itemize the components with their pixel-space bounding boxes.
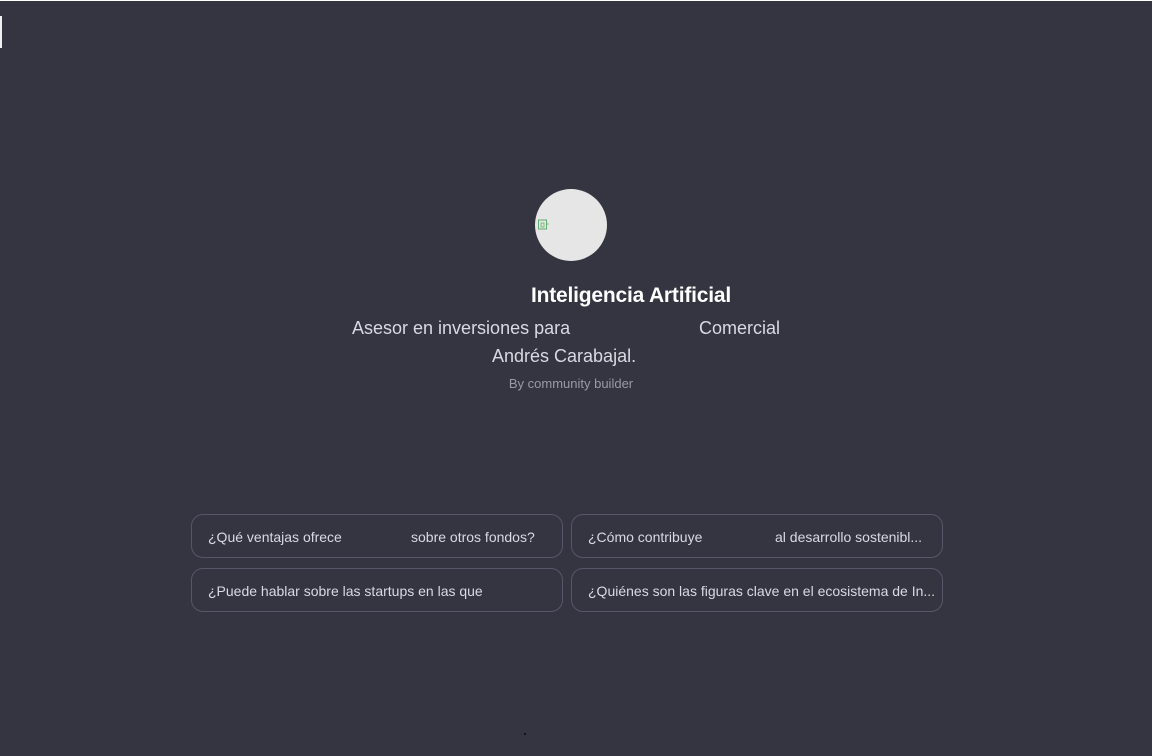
starter-1-text-part1: ¿Qué ventajas ofrece [208,529,342,545]
window-corner-mark [0,16,2,48]
gpt-byline: By community builder [508,376,634,391]
gpt-avatar [535,189,607,261]
starter-3-text-part1: ¿Puede hablar sobre las startups en las … [208,583,483,599]
gpt-title: Inteligencia Artificial [530,284,731,307]
starter-2-text-part1: ¿Cómo contribuye [588,529,703,545]
conversation-starter-3[interactable]: ¿Puede hablar sobre las startups en las … [191,568,563,612]
gpt-description-part2: Comercial [699,318,781,338]
starter-4-text-part1: ¿Quiénes son las figuras clave en el eco… [588,583,936,599]
gpt-landing-page: Inteligencia Artificial Asesor en invers… [0,0,1152,756]
stray-dot [524,733,526,735]
conversation-starter-4[interactable]: ¿Quiénes son las figuras clave en el eco… [571,568,943,612]
starter-1-text-part2: sobre otros fondos? [411,529,535,545]
gpt-description-line2: Andrés Carabajal. [492,346,637,366]
conversation-starter-1[interactable]: ¿Qué ventajas ofrece sobre otros fondos? [191,514,563,558]
broken-image-icon [538,219,549,230]
conversation-starter-2[interactable]: ¿Cómo contribuye al desarrollo sostenibl… [571,514,943,558]
starter-2-text-part2: al desarrollo sostenibl... [775,529,923,545]
window-top-border [0,0,1152,1]
gpt-description-part1: Asesor en inversiones para [352,318,571,338]
